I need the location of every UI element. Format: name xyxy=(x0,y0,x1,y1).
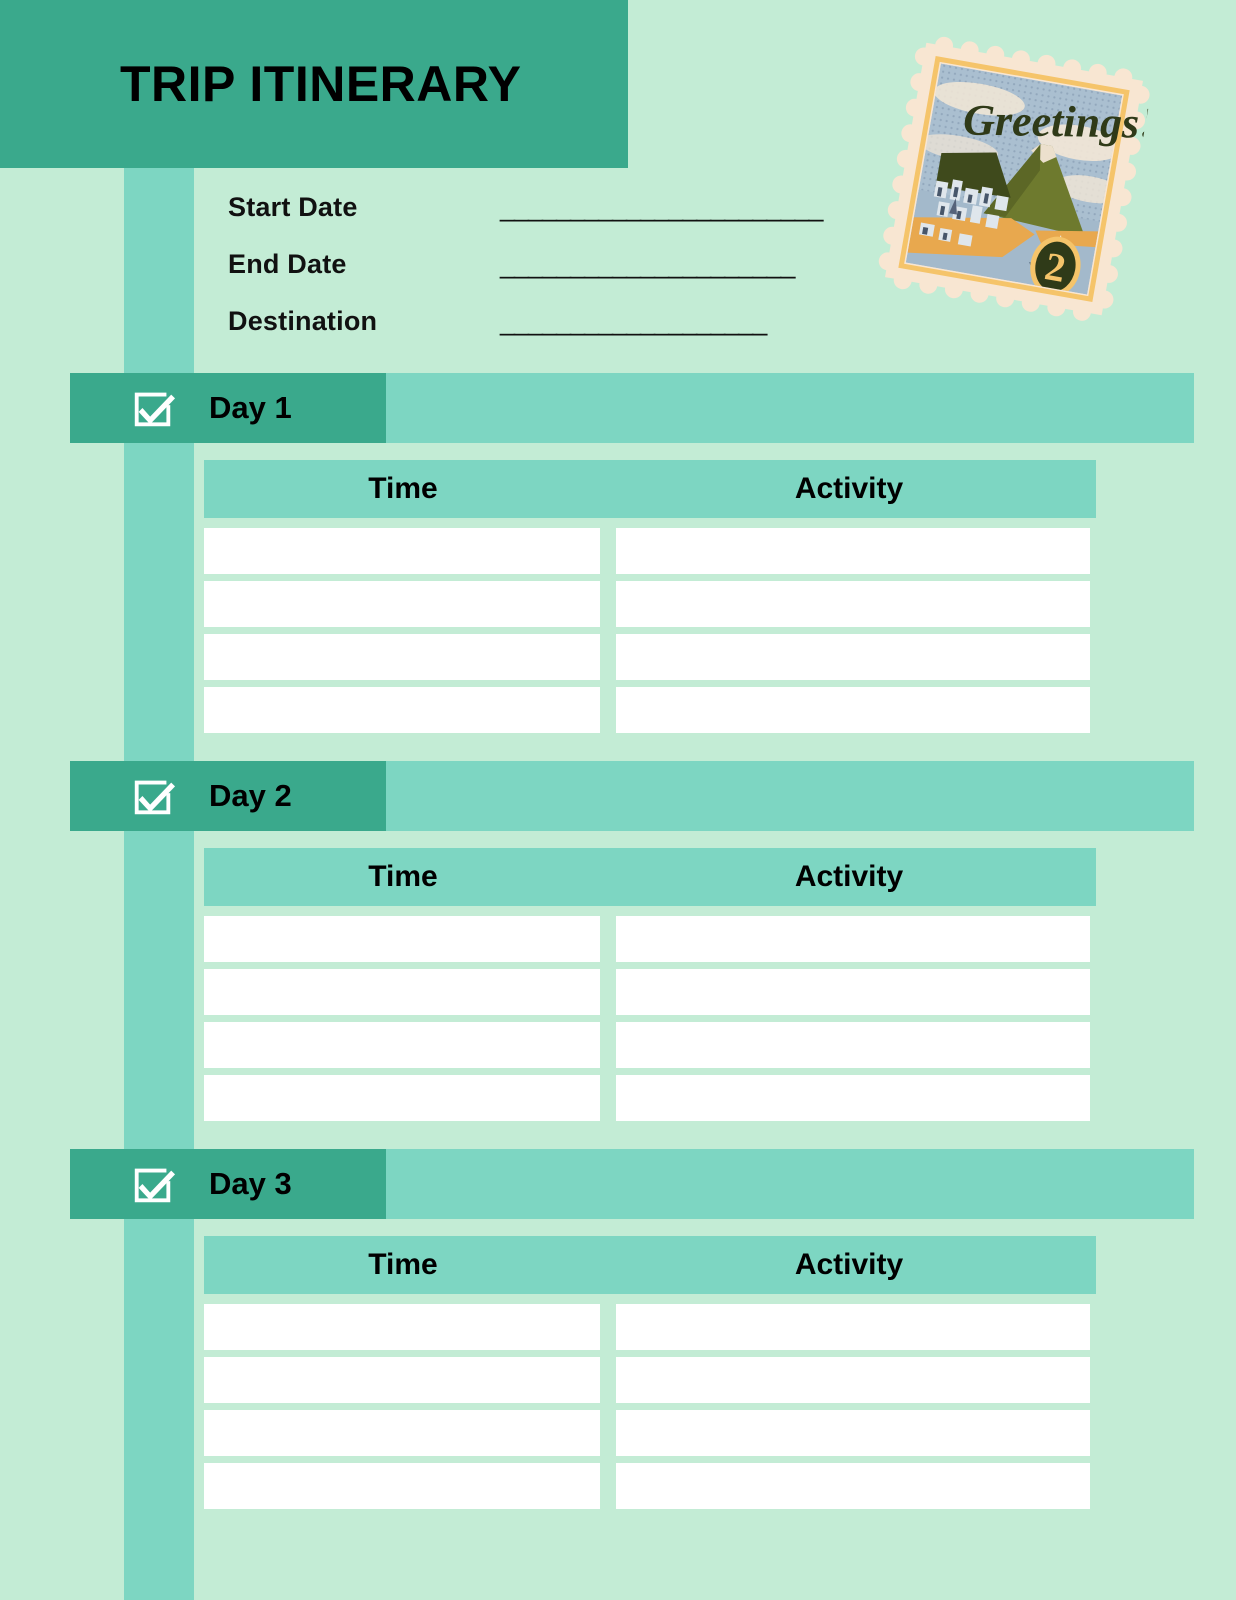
checkbox-checked-icon[interactable] xyxy=(130,773,176,819)
table-row xyxy=(204,969,1092,1015)
cell-time[interactable] xyxy=(204,916,600,962)
column-header-activity-1: Activity xyxy=(794,472,904,505)
cell-gap xyxy=(600,1022,616,1068)
table-rows-3 xyxy=(204,1304,1092,1516)
field-start-date[interactable]: Start Date _______________________ xyxy=(228,192,823,249)
table-header-2: Time Activity xyxy=(204,848,1096,906)
page-title: TRIP ITINERARY xyxy=(120,56,522,112)
day-header-2[interactable]: Day 2 xyxy=(70,761,386,831)
page-header: TRIP ITINERARY xyxy=(0,0,628,168)
day-header-1[interactable]: Day 1 xyxy=(70,373,386,443)
cell-time[interactable] xyxy=(204,1022,600,1068)
cell-time[interactable] xyxy=(204,1357,600,1403)
table-row xyxy=(204,916,1092,962)
cell-activity[interactable] xyxy=(616,969,1090,1015)
column-header-time-2: Time xyxy=(368,860,438,893)
cell-gap xyxy=(600,1357,616,1403)
table-rows-1 xyxy=(204,528,1092,740)
cell-gap xyxy=(600,687,616,733)
column-header-time-3: Time xyxy=(368,1248,438,1281)
table-row xyxy=(204,1022,1092,1068)
postage-stamp: 2 Greetings! xyxy=(866,26,1166,346)
cell-activity[interactable] xyxy=(616,634,1090,680)
table-row xyxy=(204,528,1092,574)
table-row xyxy=(204,1410,1092,1456)
field-label-start-date: Start Date xyxy=(228,192,358,222)
cell-gap xyxy=(600,634,616,680)
cell-time[interactable] xyxy=(204,634,600,680)
field-line-start-date[interactable]: _______________________ xyxy=(500,192,823,223)
cell-time[interactable] xyxy=(204,687,600,733)
column-header-time-1: Time xyxy=(368,472,438,505)
cell-activity[interactable] xyxy=(616,1304,1090,1350)
cell-time[interactable] xyxy=(204,1075,600,1121)
checkbox-checked-icon[interactable] xyxy=(130,385,176,431)
stamp-illustration: 2 Greetings! xyxy=(878,36,1155,321)
field-line-end-date[interactable]: _____________________ xyxy=(500,249,795,280)
cell-activity[interactable] xyxy=(616,1075,1090,1121)
cell-gap xyxy=(600,1463,616,1509)
cell-time[interactable] xyxy=(204,1304,600,1350)
day-label-3: Day 3 xyxy=(209,1166,292,1201)
field-destination[interactable]: Destination ___________________ xyxy=(228,306,822,363)
field-label-end-date: End Date xyxy=(228,249,347,279)
table-row xyxy=(204,1304,1092,1350)
stamp-greeting-text: Greetings! xyxy=(963,95,1155,147)
day-label-2: Day 2 xyxy=(209,778,292,813)
cell-activity[interactable] xyxy=(616,1022,1090,1068)
cell-gap xyxy=(600,969,616,1015)
cell-time[interactable] xyxy=(204,528,600,574)
table-header-3: Time Activity xyxy=(204,1236,1096,1294)
field-line-destination[interactable]: ___________________ xyxy=(500,306,767,337)
cell-activity[interactable] xyxy=(616,1463,1090,1509)
table-row xyxy=(204,1075,1092,1121)
table-row xyxy=(204,1463,1092,1509)
day-header-3[interactable]: Day 3 xyxy=(70,1149,386,1219)
cell-time[interactable] xyxy=(204,1463,600,1509)
cell-activity[interactable] xyxy=(616,687,1090,733)
cell-gap xyxy=(600,1075,616,1121)
table-header-1: Time Activity xyxy=(204,460,1096,518)
cell-activity[interactable] xyxy=(616,916,1090,962)
day-label-1: Day 1 xyxy=(209,390,292,425)
column-header-activity-3: Activity xyxy=(794,1248,904,1281)
cell-activity[interactable] xyxy=(616,1410,1090,1456)
cell-gap xyxy=(600,1410,616,1456)
cell-gap xyxy=(600,1304,616,1350)
cell-gap xyxy=(600,916,616,962)
cell-time[interactable] xyxy=(204,581,600,627)
field-label-destination: Destination xyxy=(228,306,378,336)
trip-info-fields: Start Date _______________________ End D… xyxy=(228,192,823,363)
cell-activity[interactable] xyxy=(616,528,1090,574)
cell-activity[interactable] xyxy=(616,1357,1090,1403)
table-row xyxy=(204,687,1092,733)
field-end-date[interactable]: End Date _____________________ xyxy=(228,249,822,306)
cell-time[interactable] xyxy=(204,969,600,1015)
checkbox-checked-icon[interactable] xyxy=(130,1161,176,1207)
table-row xyxy=(204,1357,1092,1403)
cell-time[interactable] xyxy=(204,1410,600,1456)
cell-gap xyxy=(600,581,616,627)
table-row xyxy=(204,634,1092,680)
table-row xyxy=(204,581,1092,627)
table-rows-2 xyxy=(204,916,1092,1128)
cell-gap xyxy=(600,528,616,574)
column-header-activity-2: Activity xyxy=(794,860,904,893)
cell-activity[interactable] xyxy=(616,581,1090,627)
